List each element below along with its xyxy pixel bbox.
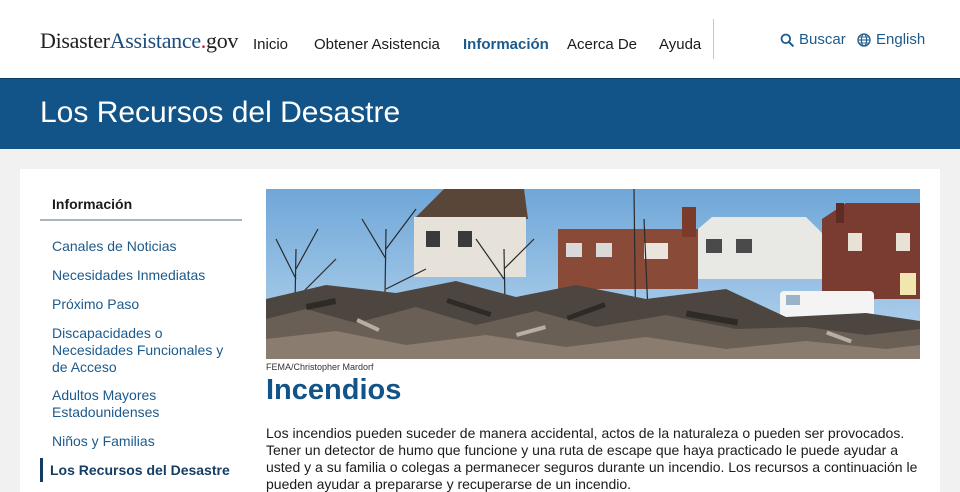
sidebar-heading: Información [52, 196, 133, 212]
language-toggle[interactable]: English [857, 31, 925, 48]
site-header: DisasterAssistance.gov Inicio Obtener As… [0, 0, 960, 78]
sidebar-item-canales-de-noticias[interactable]: Canales de Noticias [52, 238, 232, 255]
nav-divider [713, 19, 714, 59]
sidebar-item-proximo-paso[interactable]: Próximo Paso [52, 296, 232, 313]
nav-informacion[interactable]: Información [463, 36, 549, 53]
language-label: English [876, 31, 926, 48]
article-body: Los incendios pueden suceder de manera a… [266, 425, 918, 492]
logo-part-assistance: Assistance [109, 28, 201, 53]
sidebar-item-necesidades-inmediatas[interactable]: Necesidades Inmediatas [52, 267, 232, 284]
logo-part-disaster: Disaster [40, 28, 110, 53]
search-icon [780, 33, 794, 47]
sidebar-divider [40, 219, 242, 221]
globe-icon [857, 32, 871, 47]
page-title: Los Recursos del Desastre [40, 96, 401, 129]
sidebar-current-indicator [40, 458, 43, 482]
site-logo[interactable]: DisasterAssistance.gov [40, 28, 238, 54]
image-caption: FEMA/Christopher Mardorf [266, 362, 374, 372]
sidebar-item-ninos-y-familias[interactable]: Niños y Familias [52, 433, 232, 450]
nav-obtener-asistencia[interactable]: Obtener Asistencia [314, 36, 440, 53]
sidebar-item-adultos-mayores[interactable]: Adultos Mayores Estadounidenses [52, 387, 232, 421]
hero-image [266, 189, 920, 359]
nav-ayuda[interactable]: Ayuda [659, 36, 701, 53]
nav-inicio[interactable]: Inicio [253, 36, 288, 53]
sidebar-item-discapacidades[interactable]: Discapacidades o Necesidades Funcionales… [52, 325, 232, 376]
sidebar-item-recursos-del-desastre[interactable]: Los Recursos del Desastre [50, 462, 230, 479]
search-label: Buscar [799, 31, 846, 48]
page-banner: Los Recursos del Desastre [0, 78, 960, 149]
logo-part-gov: gov [206, 28, 239, 53]
search-button[interactable]: Buscar [780, 31, 846, 48]
article-title: Incendios [266, 374, 402, 406]
nav-acerca-de[interactable]: Acerca De [567, 36, 637, 53]
